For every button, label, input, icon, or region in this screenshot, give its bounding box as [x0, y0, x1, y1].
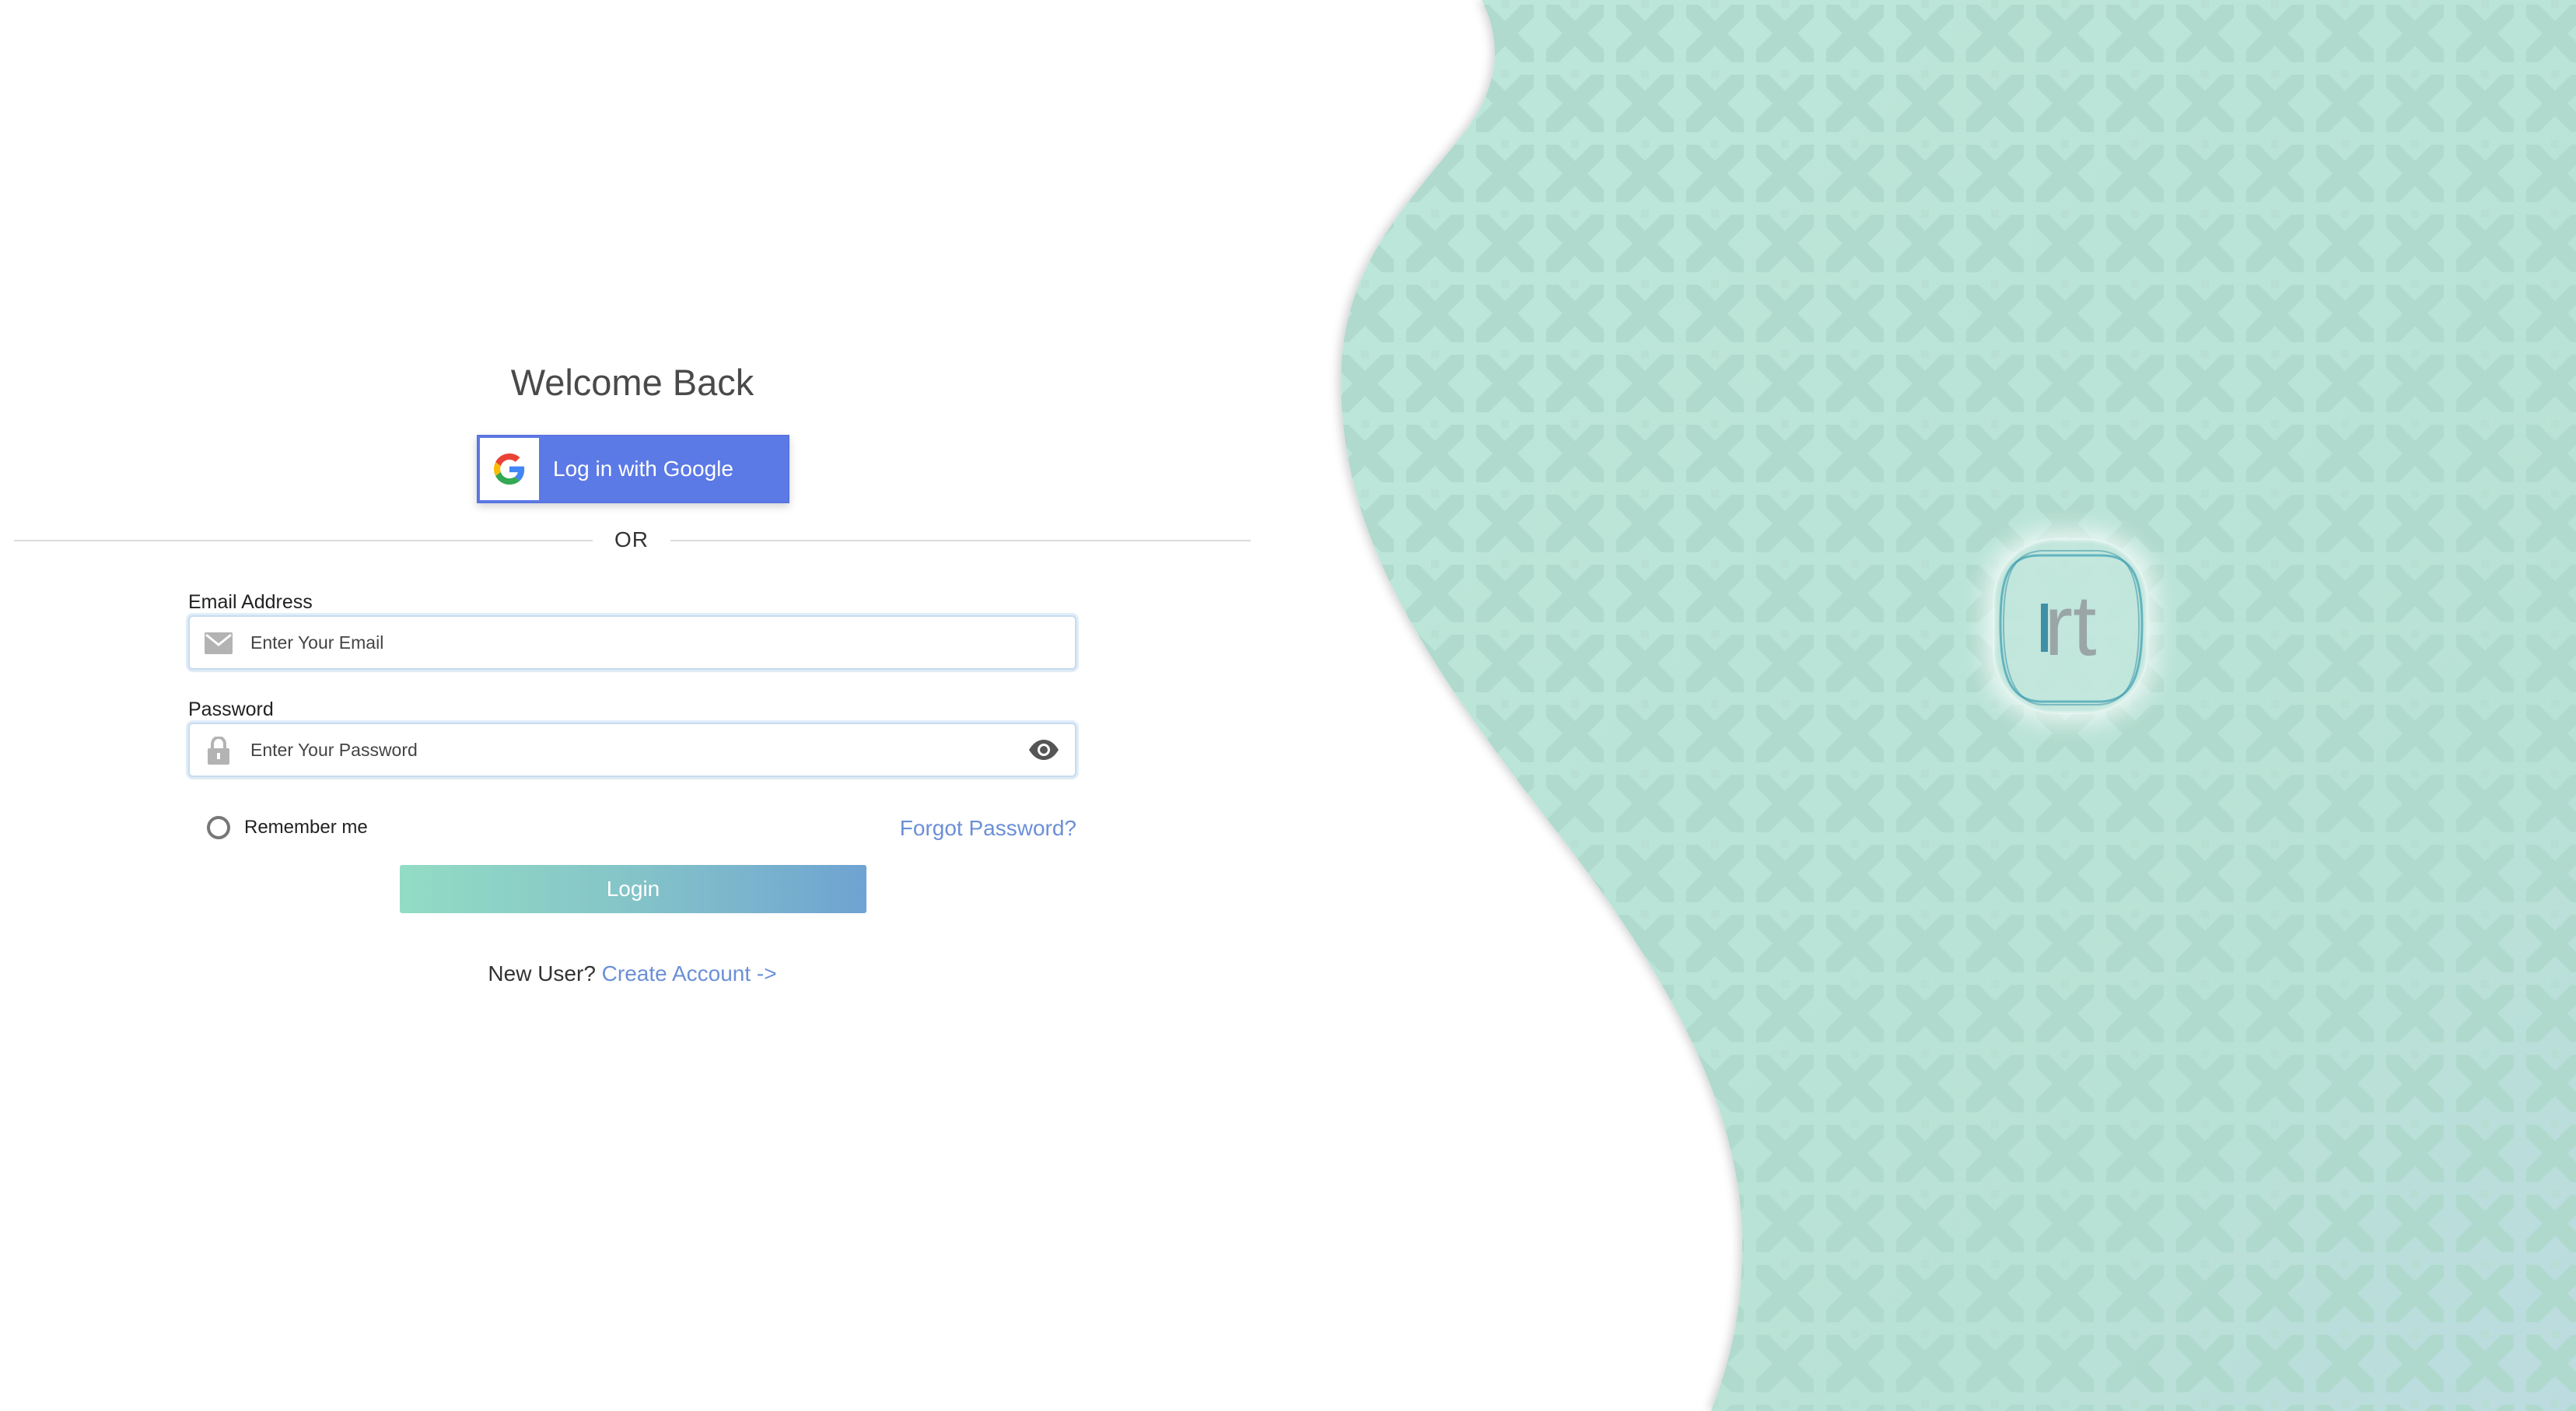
email-field-container [188, 615, 1076, 670]
password-field-container [188, 723, 1076, 777]
email-label: Email Address [188, 591, 313, 613]
remember-me-label: Remember me [244, 817, 368, 838]
password-input[interactable] [250, 724, 997, 776]
forgot-password-link[interactable]: Forgot Password? [778, 814, 1076, 842]
google-icon [480, 438, 539, 500]
password-label: Password [188, 698, 274, 720]
logo-text: rt [2044, 578, 2096, 674]
login-page: rt Welcome Back Log in with Google OR Em… [0, 0, 2576, 1411]
create-account-link[interactable]: Create Account -> [602, 961, 777, 986]
page-title: Welcome Back [510, 362, 754, 403]
google-login-label: Log in with Google [553, 457, 733, 481]
logo-mark-icon: rt [1999, 550, 2144, 706]
email-input[interactable] [250, 617, 997, 668]
new-user-prompt: New User? Create Account -> [436, 960, 829, 988]
decorative-wave-panel [1341, 0, 2576, 1411]
brand-logo: rt [1993, 538, 2148, 714]
lock-icon [204, 737, 233, 765]
mail-icon [204, 629, 233, 657]
divider-line-right [670, 540, 1251, 541]
divider-or-text: OR [614, 527, 649, 551]
show-password-eye-icon[interactable] [1027, 737, 1061, 763]
divider-line-left [14, 540, 593, 541]
remember-me-radio[interactable] [207, 816, 230, 839]
google-login-button[interactable]: Log in with Google [477, 435, 789, 503]
remember-me-option[interactable]: Remember me [207, 814, 368, 842]
new-user-text: New User? [488, 961, 602, 986]
login-button[interactable]: Login [400, 865, 866, 913]
